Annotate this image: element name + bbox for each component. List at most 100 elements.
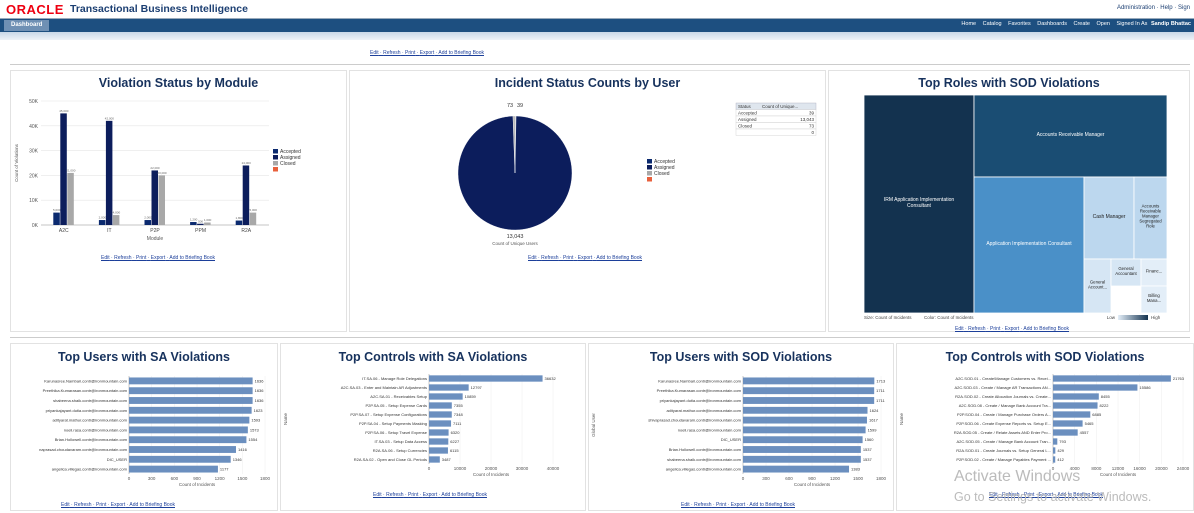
edit-link[interactable]: Edit — [101, 255, 110, 261]
x-tick-label: 16000 — [1133, 466, 1146, 471]
print-link[interactable]: Print — [990, 326, 1000, 332]
export-link[interactable]: Export — [578, 255, 592, 261]
bar-value-label: 1554 — [248, 437, 258, 442]
export-link[interactable]: Export — [731, 502, 745, 508]
print-link[interactable]: Print — [136, 255, 146, 261]
slice-label: 73 — [507, 103, 513, 109]
sa-controls-panel: Top Controls with SA Violations 0 10000 20… — [280, 343, 586, 511]
briefing-link[interactable]: Add to Briefing Book — [596, 255, 642, 261]
nav-user-name[interactable]: Sandip Bhattac — [1151, 21, 1191, 27]
refresh-link[interactable]: Refresh — [114, 255, 132, 261]
category-label: P2P.SA.04 - Setup Payments Masking — [359, 421, 427, 426]
print-link[interactable]: Print — [563, 255, 573, 261]
x-tick-label: 1200 — [215, 476, 226, 481]
export-link[interactable]: Export — [420, 50, 434, 56]
y-axis-label: Global User — [591, 413, 596, 437]
category-label: P2P.SOD.02 - Create / Manage Payables Pa… — [956, 457, 1051, 462]
refresh-link[interactable]: Refresh — [541, 255, 559, 261]
nav-dashboards[interactable]: Dashboards — [1037, 21, 1067, 27]
print-link[interactable]: Print — [716, 502, 726, 508]
bar-value-label: 5465 — [1085, 421, 1095, 426]
bar-value-label: 5,000 — [249, 208, 257, 212]
top-links: Administration · Help · Sign — [1116, 5, 1190, 11]
help-link[interactable]: Help — [1160, 5, 1172, 11]
print-link[interactable]: Print — [1024, 492, 1034, 498]
slice-label: 13,043 — [507, 234, 524, 240]
bar — [112, 215, 120, 225]
slice-label: 39 — [517, 103, 523, 109]
edit-link[interactable]: Edit — [989, 492, 998, 498]
incident-status-panel: Incident Status Counts by User 73 39 13,04… — [349, 70, 826, 332]
print-link[interactable]: Print — [96, 502, 106, 508]
category-label: Karunasree.Nambari.contr@ironmountain.co… — [44, 378, 127, 383]
bar — [129, 406, 252, 414]
export-link[interactable]: Export — [151, 255, 165, 261]
nav-home[interactable]: Home — [961, 21, 976, 27]
category-label: IT.SA.06 - Manage Role Delegations — [362, 376, 427, 381]
bar-value-label: 1537 — [863, 447, 873, 452]
treemap-cell-label: Application Implementation Consultant — [986, 241, 1072, 247]
nav-open[interactable]: Open — [1097, 21, 1110, 27]
refresh-link[interactable]: Refresh — [1002, 492, 1020, 498]
category-label: P2P.SA.06 - Setup Travel Expense — [365, 430, 428, 435]
briefing-link[interactable]: Add to Briefing Book — [169, 255, 215, 261]
export-link[interactable]: Export — [111, 502, 125, 508]
print-link[interactable]: Print — [408, 492, 418, 498]
top-header: ORACLE Transactional Business Intelligen… — [0, 0, 1194, 19]
legend-low-label: Low — [1107, 315, 1116, 320]
bar-value-label: 793 — [1059, 439, 1066, 444]
bar-value-label: 1599 — [868, 427, 878, 432]
x-tick-label: 24000 — [1177, 466, 1190, 471]
refresh-link[interactable]: Refresh — [383, 50, 401, 56]
bar-value-label: 12797 — [471, 385, 483, 390]
briefing-link[interactable]: Add to Briefing Book — [1023, 326, 1069, 332]
bar-value-label: 1573 — [250, 427, 260, 432]
bar — [197, 223, 204, 225]
category-label: shivaprasad.choudavaram.contr@ironmounta… — [648, 418, 741, 423]
edit-link[interactable]: Edit — [370, 50, 379, 56]
edit-link[interactable]: Edit — [373, 492, 382, 498]
administration-link[interactable]: Administration — [1117, 5, 1155, 11]
legend-swatch — [273, 149, 278, 154]
refresh-link[interactable]: Refresh — [694, 502, 712, 508]
x-tick-label: 900 — [808, 476, 816, 481]
panel-links: Edit · Refresh · Print · Export · Add to… — [681, 502, 795, 508]
bar-value-label: 21,000 — [66, 168, 76, 172]
bar — [53, 212, 60, 225]
export-link[interactable]: Export — [423, 492, 437, 498]
legend-high-label: High — [1151, 315, 1161, 320]
edit-link[interactable]: Edit — [528, 255, 537, 261]
category-label: angelica.villegas.contr@ironmountain.com — [666, 467, 742, 472]
briefing-link[interactable]: Add to Briefing Book — [441, 492, 487, 498]
bar — [743, 397, 875, 404]
briefing-link[interactable]: Add to Briefing Book — [129, 502, 175, 508]
category-label: R2A.SOD.05 - Create / Relate Assets AND … — [954, 430, 1051, 435]
edit-link[interactable]: Edit — [681, 502, 690, 508]
briefing-link[interactable]: Add to Briefing Book — [749, 502, 795, 508]
export-link[interactable]: Export — [1005, 326, 1019, 332]
refresh-link[interactable]: Refresh — [386, 492, 404, 498]
export-link[interactable]: Export — [1039, 492, 1053, 498]
print-link[interactable]: Print — [405, 50, 415, 56]
bar-value-label: 1617 — [869, 418, 879, 423]
bar — [1053, 447, 1056, 454]
bar — [190, 222, 197, 225]
table-cell: 39 — [809, 111, 815, 116]
bar — [743, 465, 850, 473]
briefing-link[interactable]: Add to Briefing Book — [1057, 492, 1103, 498]
edit-link[interactable]: Edit — [955, 326, 964, 332]
refresh-link[interactable]: Refresh — [968, 326, 986, 332]
category-label: P2P.SOD.06 - Create Expense Reports vs. … — [956, 421, 1051, 426]
refresh-link[interactable]: Refresh — [74, 502, 92, 508]
sign-out-link[interactable]: Sign — [1178, 5, 1190, 11]
edit-link[interactable]: Edit — [61, 502, 70, 508]
bar-value-label: 1177 — [220, 467, 229, 472]
nav-favorites[interactable]: Favorites — [1008, 21, 1031, 27]
nav-create[interactable]: Create — [1073, 21, 1090, 27]
nav-catalog[interactable]: Catalog — [983, 21, 1002, 27]
bar-value-label: 7355 — [454, 403, 464, 408]
legend-swatch — [273, 167, 278, 172]
briefing-link[interactable]: Add to Briefing Book — [438, 50, 484, 56]
tab-dashboard[interactable]: Dashboard — [4, 20, 50, 31]
category-label: R2A.SA.02 - Open and Close GL Periods — [354, 457, 427, 462]
